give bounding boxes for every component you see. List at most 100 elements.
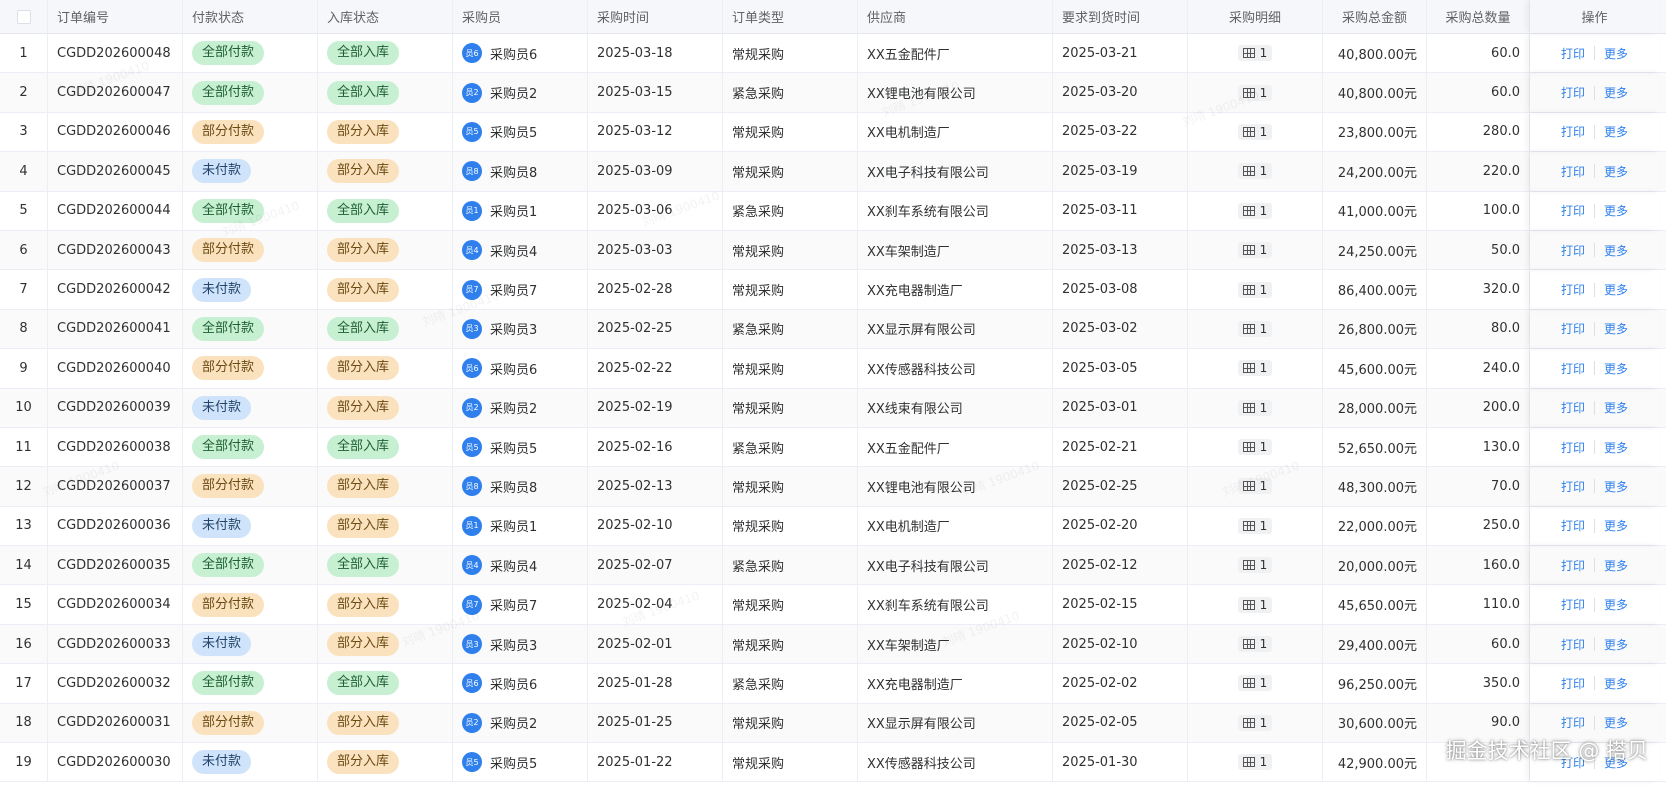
detail-cell[interactable]: 1	[1188, 664, 1323, 703]
detail-button[interactable]: 1	[1237, 84, 1273, 101]
print-link[interactable]: 打印	[1561, 439, 1585, 456]
table-row[interactable]: 1 CGDD202600048 全部付款 全部入库 员6 采购员6 2025-03…	[0, 34, 1666, 74]
detail-button[interactable]: 1	[1237, 517, 1273, 534]
detail-button[interactable]: 1	[1237, 281, 1273, 298]
detail-cell[interactable]: 1	[1188, 309, 1323, 349]
print-link[interactable]: 打印	[1561, 163, 1585, 180]
table-row[interactable]: 10 CGDD202600039 未付款 部分入库 员2 采购员2 2025-02…	[0, 388, 1666, 428]
detail-button[interactable]: 1	[1237, 478, 1273, 495]
print-link[interactable]: 打印	[1561, 45, 1585, 62]
detail-cell[interactable]: 1	[1188, 585, 1323, 624]
header-stock-status[interactable]: 入库状态	[318, 0, 453, 33]
header-order-no[interactable]: 订单编号	[48, 0, 183, 33]
detail-button[interactable]: 1	[1237, 123, 1273, 140]
detail-button[interactable]: 1	[1237, 636, 1273, 653]
header-total-qty[interactable]: 采购总数量	[1427, 0, 1530, 33]
more-link[interactable]: 更多	[1604, 360, 1628, 377]
print-link[interactable]: 打印	[1561, 202, 1585, 219]
more-link[interactable]: 更多	[1604, 478, 1628, 495]
header-detail[interactable]: 采购明细	[1188, 0, 1323, 33]
more-link[interactable]: 更多	[1604, 636, 1628, 653]
detail-cell[interactable]: 1	[1188, 427, 1323, 467]
detail-button[interactable]: 1	[1237, 714, 1273, 731]
print-link[interactable]: 打印	[1561, 675, 1585, 692]
print-link[interactable]: 打印	[1561, 596, 1585, 613]
print-link[interactable]: 打印	[1561, 636, 1585, 653]
print-link[interactable]: 打印	[1561, 320, 1585, 337]
print-link[interactable]: 打印	[1561, 478, 1585, 495]
table-row[interactable]: 18 CGDD202600031 部分付款 部分入库 员2 采购员2 2025-0…	[0, 703, 1666, 744]
detail-cell[interactable]: 1	[1188, 743, 1323, 782]
print-link[interactable]: 打印	[1561, 242, 1585, 259]
more-link[interactable]: 更多	[1604, 596, 1628, 613]
table-row[interactable]: 9 CGDD202600040 部分付款 部分入库 员6 采购员6 2025-02…	[0, 349, 1666, 389]
detail-button[interactable]: 1	[1237, 399, 1273, 416]
header-total-amount[interactable]: 采购总金额	[1323, 0, 1427, 33]
header-select-all[interactable]	[0, 0, 48, 33]
detail-cell[interactable]: 1	[1188, 152, 1323, 191]
print-link[interactable]: 打印	[1561, 399, 1585, 416]
detail-button[interactable]: 1	[1237, 163, 1273, 180]
print-link[interactable]: 打印	[1561, 714, 1585, 731]
detail-cell[interactable]: 1	[1188, 230, 1323, 270]
print-link[interactable]: 打印	[1561, 557, 1585, 574]
detail-button[interactable]: 1	[1237, 557, 1273, 574]
print-link[interactable]: 打印	[1561, 123, 1585, 140]
header-purchase-date[interactable]: 采购时间	[588, 0, 723, 33]
detail-cell[interactable]: 1	[1188, 388, 1323, 427]
detail-cell[interactable]: 1	[1188, 73, 1323, 112]
table-row[interactable]: 5 CGDD202600044 全部付款 全部入库 员1 采购员1 2025-03…	[0, 191, 1666, 231]
more-link[interactable]: 更多	[1604, 45, 1628, 62]
more-link[interactable]: 更多	[1604, 123, 1628, 140]
detail-cell[interactable]: 1	[1188, 191, 1323, 230]
detail-cell[interactable]: 1	[1188, 506, 1323, 546]
header-order-type[interactable]: 订单类型	[723, 0, 858, 33]
detail-cell[interactable]: 1	[1188, 112, 1323, 152]
table-row[interactable]: 4 CGDD202600045 未付款 部分入库 员8 采购员8 2025-03-…	[0, 152, 1666, 192]
table-row[interactable]: 19 CGDD202600030 未付款 部分入库 员5 采购员5 2025-01…	[0, 743, 1666, 783]
table-row[interactable]: 15 CGDD202600034 部分付款 部分入库 员7 采购员7 2025-0…	[0, 585, 1666, 625]
detail-cell[interactable]: 1	[1188, 34, 1323, 73]
more-link[interactable]: 更多	[1604, 439, 1628, 456]
more-link[interactable]: 更多	[1604, 517, 1628, 534]
table-row[interactable]: 12 CGDD202600037 部分付款 部分入库 员8 采购员8 2025-0…	[0, 467, 1666, 507]
table-row[interactable]: 2 CGDD202600047 全部付款 全部入库 员2 采购员2 2025-03…	[0, 73, 1666, 113]
detail-cell[interactable]: 1	[1188, 546, 1323, 585]
more-link[interactable]: 更多	[1604, 320, 1628, 337]
select-all-checkbox[interactable]	[16, 9, 31, 24]
detail-button[interactable]: 1	[1237, 439, 1273, 456]
detail-button[interactable]: 1	[1237, 202, 1273, 219]
more-link[interactable]: 更多	[1604, 675, 1628, 692]
more-link[interactable]: 更多	[1604, 84, 1628, 101]
table-row[interactable]: 3 CGDD202600046 部分付款 部分入库 员5 采购员5 2025-03…	[0, 112, 1666, 153]
table-row[interactable]: 17 CGDD202600032 全部付款 全部入库 员6 采购员6 2025-0…	[0, 664, 1666, 704]
more-link[interactable]: 更多	[1604, 714, 1628, 731]
table-row[interactable]: 8 CGDD202600041 全部付款 全部入库 员3 采购员3 2025-02…	[0, 309, 1666, 350]
detail-cell[interactable]: 1	[1188, 467, 1323, 506]
table-row[interactable]: 6 CGDD202600043 部分付款 部分入库 员4 采购员4 2025-03…	[0, 230, 1666, 271]
detail-cell[interactable]: 1	[1188, 270, 1323, 309]
more-link[interactable]: 更多	[1604, 242, 1628, 259]
detail-button[interactable]: 1	[1237, 675, 1273, 692]
detail-cell[interactable]: 1	[1188, 703, 1323, 743]
detail-button[interactable]: 1	[1237, 596, 1273, 613]
detail-button[interactable]: 1	[1237, 754, 1273, 771]
more-link[interactable]: 更多	[1604, 399, 1628, 416]
detail-button[interactable]: 1	[1237, 320, 1273, 337]
detail-cell[interactable]: 1	[1188, 624, 1323, 664]
header-buyer[interactable]: 采购员	[453, 0, 588, 33]
table-row[interactable]: 13 CGDD202600036 未付款 部分入库 员1 采购员1 2025-02…	[0, 506, 1666, 547]
table-row[interactable]: 16 CGDD202600033 未付款 部分入库 员3 采购员3 2025-02…	[0, 624, 1666, 665]
print-link[interactable]: 打印	[1561, 517, 1585, 534]
detail-cell[interactable]: 1	[1188, 349, 1323, 388]
table-row[interactable]: 7 CGDD202600042 未付款 部分入库 员7 采购员7 2025-02-…	[0, 270, 1666, 310]
table-row[interactable]: 11 CGDD202600038 全部付款 全部入库 员5 采购员5 2025-0…	[0, 427, 1666, 468]
header-pay-status[interactable]: 付款状态	[183, 0, 318, 33]
detail-button[interactable]: 1	[1237, 45, 1273, 62]
more-link[interactable]: 更多	[1604, 163, 1628, 180]
table-row[interactable]: 14 CGDD202600035 全部付款 全部入库 员4 采购员4 2025-0…	[0, 546, 1666, 586]
header-supplier[interactable]: 供应商	[858, 0, 1053, 33]
detail-button[interactable]: 1	[1237, 360, 1273, 377]
detail-button[interactable]: 1	[1237, 242, 1273, 259]
more-link[interactable]: 更多	[1604, 557, 1628, 574]
